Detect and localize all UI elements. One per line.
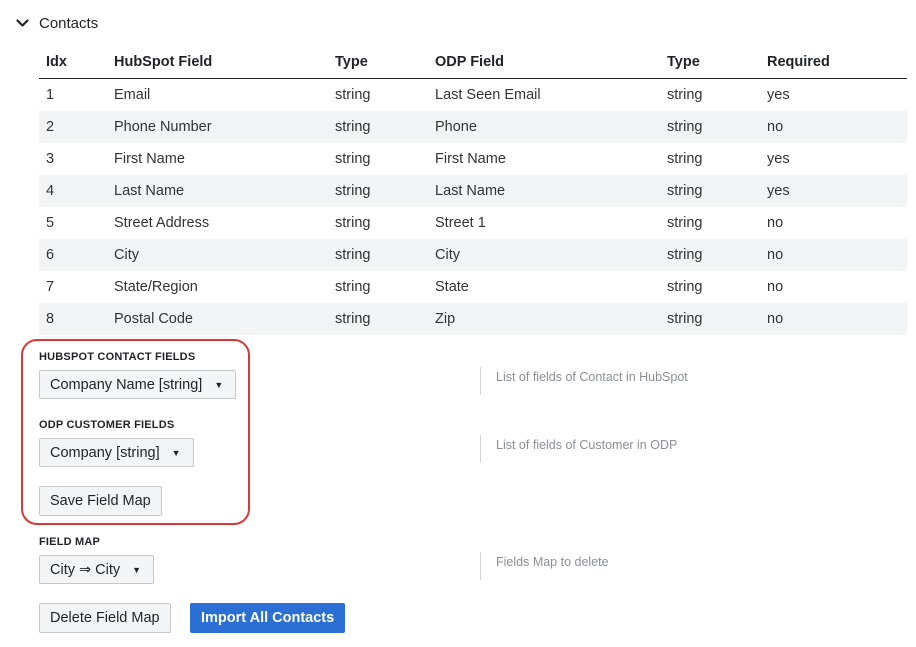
cell-hubspot-field: Street Address bbox=[114, 215, 210, 231]
column-header-odp-type: Type bbox=[660, 46, 760, 79]
cell-odp-type: string bbox=[660, 303, 760, 335]
cell-hubspot-type: string bbox=[328, 175, 428, 207]
cell-odp-field: Last Name bbox=[428, 175, 660, 207]
cell-hubspot-type: string bbox=[328, 303, 428, 335]
cell-required: no bbox=[760, 303, 907, 335]
field-map-value: City ⇒ City bbox=[50, 561, 121, 578]
field-mapping-table: Idx HubSpot Field Type ODP Field Type Re… bbox=[39, 46, 907, 335]
table-row: 4 Last Name string Last Name string yes bbox=[39, 175, 907, 207]
caret-down-icon: ▼ bbox=[132, 564, 142, 575]
cell-hubspot-field: State/Region bbox=[114, 279, 198, 295]
column-header-required: Required bbox=[760, 46, 907, 79]
cell-required: no bbox=[767, 279, 784, 295]
cell-idx: 2 bbox=[39, 111, 107, 143]
cell-odp-field: Phone bbox=[428, 111, 660, 143]
column-header-hubspot-type: Type bbox=[328, 46, 428, 79]
chevron-down-icon bbox=[16, 18, 29, 28]
cell-hubspot-type: string bbox=[335, 151, 371, 167]
contacts-section-toggle[interactable]: Contacts bbox=[16, 12, 98, 34]
cell-odp-field: State bbox=[435, 279, 469, 295]
delete-field-map-button[interactable]: Delete Field Map bbox=[39, 603, 171, 633]
cell-hubspot-field: Email bbox=[114, 87, 151, 103]
table-row: 7 State/Region string State string no bbox=[39, 271, 907, 303]
cell-required: no bbox=[760, 239, 907, 271]
hubspot-contact-fields-value: Company Name [string] bbox=[50, 376, 203, 393]
table-row: 2 Phone Number string Phone string no bbox=[39, 111, 907, 143]
column-header-idx: Idx bbox=[39, 46, 107, 79]
cell-idx: 3 bbox=[46, 151, 55, 167]
field-map-help: Fields Map to delete bbox=[480, 552, 609, 580]
cell-required: yes bbox=[767, 151, 790, 167]
odp-customer-fields-help: List of fields of Customer in ODP bbox=[480, 435, 677, 463]
cell-odp-type: string bbox=[660, 239, 760, 271]
cell-odp-field: First Name bbox=[435, 151, 506, 167]
cell-hubspot-field: Phone Number bbox=[107, 111, 328, 143]
cell-idx: 4 bbox=[39, 175, 107, 207]
column-header-hubspot-field: HubSpot Field bbox=[107, 46, 328, 79]
cell-idx: 8 bbox=[39, 303, 107, 335]
hubspot-contact-fields-select[interactable]: Company Name [string] ▼ bbox=[39, 370, 237, 399]
cell-odp-type: string bbox=[667, 279, 703, 295]
cell-odp-type: string bbox=[667, 87, 703, 103]
column-header-odp-field: ODP Field bbox=[428, 46, 660, 79]
caret-down-icon: ▼ bbox=[171, 447, 181, 458]
hubspot-contact-fields-help: List of fields of Contact in HubSpot bbox=[480, 367, 688, 395]
cell-hubspot-type: string bbox=[335, 215, 371, 231]
cell-odp-field: Street 1 bbox=[435, 215, 486, 231]
cell-hubspot-type: string bbox=[328, 239, 428, 271]
cell-odp-type: string bbox=[660, 175, 760, 207]
cell-required: yes bbox=[760, 175, 907, 207]
import-all-contacts-button[interactable]: Import All Contacts bbox=[190, 603, 346, 633]
field-map-label: FIELD MAP bbox=[39, 536, 101, 548]
cell-idx: 7 bbox=[46, 279, 55, 295]
cell-idx: 1 bbox=[46, 87, 55, 103]
cell-odp-type: string bbox=[660, 111, 760, 143]
cell-odp-field: Last Seen Email bbox=[435, 87, 541, 103]
odp-customer-fields-select[interactable]: Company [string] ▼ bbox=[39, 438, 194, 467]
section-title: Contacts bbox=[39, 14, 99, 32]
odp-customer-fields-label: ODP CUSTOMER FIELDS bbox=[39, 419, 175, 431]
table-row: 3 First Name string First Name string ye… bbox=[39, 143, 907, 175]
cell-hubspot-type: string bbox=[335, 279, 371, 295]
table-row: 1 Email string Last Seen Email string ye… bbox=[39, 79, 907, 112]
hubspot-contact-fields-label: HUBSPOT CONTACT FIELDS bbox=[39, 351, 196, 363]
cell-required: no bbox=[767, 215, 784, 231]
cell-odp-type: string bbox=[667, 151, 703, 167]
cell-hubspot-field: First Name bbox=[114, 151, 185, 167]
cell-hubspot-field: Last Name bbox=[107, 175, 328, 207]
cell-idx: 6 bbox=[39, 239, 107, 271]
cell-odp-field: Zip bbox=[428, 303, 660, 335]
cell-hubspot-field: City bbox=[107, 239, 328, 271]
cell-idx: 5 bbox=[46, 215, 55, 231]
cell-hubspot-field: Postal Code bbox=[107, 303, 328, 335]
field-map-select[interactable]: City ⇒ City ▼ bbox=[39, 555, 155, 584]
table-row: 6 City string City string no bbox=[39, 239, 907, 271]
cell-required: yes bbox=[767, 87, 790, 103]
cell-hubspot-type: string bbox=[335, 87, 371, 103]
caret-down-icon: ▼ bbox=[214, 379, 224, 390]
table-row: 8 Postal Code string Zip string no bbox=[39, 303, 907, 335]
cell-hubspot-type: string bbox=[328, 111, 428, 143]
cell-odp-type: string bbox=[667, 215, 703, 231]
odp-customer-fields-value: Company [string] bbox=[50, 444, 160, 461]
cell-required: no bbox=[760, 111, 907, 143]
save-field-map-button[interactable]: Save Field Map bbox=[39, 486, 162, 516]
cell-odp-field: City bbox=[428, 239, 660, 271]
table-header-row: Idx HubSpot Field Type ODP Field Type Re… bbox=[39, 46, 907, 79]
table-row: 5 Street Address string Street 1 string … bbox=[39, 207, 907, 239]
